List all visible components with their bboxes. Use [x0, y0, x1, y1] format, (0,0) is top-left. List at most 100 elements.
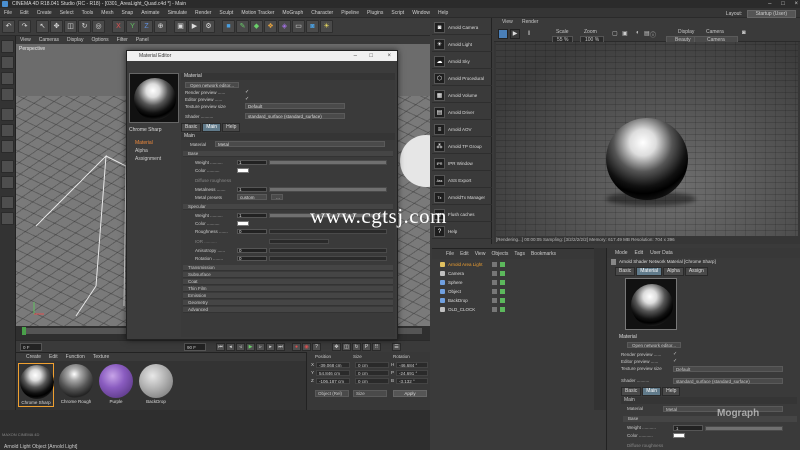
object-row[interactable]: OLD_CLOCK	[432, 306, 604, 314]
metalness-slider[interactable]	[269, 187, 387, 192]
group-geometry[interactable]: Geometry	[183, 300, 393, 306]
y-axis-icon[interactable]: Y	[126, 20, 139, 33]
menu-item[interactable]: Simulate	[168, 10, 187, 16]
material-menu-item[interactable]: Texture	[93, 354, 109, 360]
tab-basic[interactable]: Basic	[615, 267, 636, 276]
object-menu-item[interactable]: Objects	[491, 251, 508, 257]
weight-slider[interactable]	[269, 160, 387, 165]
pen-icon[interactable]: ✎	[236, 20, 249, 33]
material-swatch[interactable]: Chrome Rough	[58, 363, 94, 407]
rotation-b-field[interactable]: -3.132 °	[396, 378, 428, 384]
position-x-field[interactable]: -39.068 cm	[316, 362, 350, 368]
channel-alpha[interactable]: Alpha	[129, 147, 179, 155]
scale-key-icon[interactable]: ◫	[342, 343, 351, 351]
pla-key-icon[interactable]: ⠿	[372, 343, 381, 351]
material-preview[interactable]	[129, 73, 179, 123]
spec-color-swatch[interactable]	[237, 221, 249, 226]
menu-item[interactable]: Create	[37, 10, 52, 16]
tab-basic[interactable]: Basic	[621, 387, 642, 396]
tab-basic[interactable]: Basic	[181, 123, 202, 132]
arnold-shelf-item[interactable]: ▤ Arnold Driver	[432, 105, 492, 120]
subdivision-icon[interactable]: ◆	[250, 20, 263, 33]
menu-item[interactable]: Animate	[141, 10, 159, 16]
group-thin-film[interactable]: Thin Film	[183, 286, 393, 292]
texture-preview-dropdown[interactable]: Default	[245, 103, 345, 109]
color-swatch[interactable]	[237, 168, 249, 173]
tab-help[interactable]: Help	[222, 123, 241, 132]
render-settings-icon[interactable]: ⚙	[202, 20, 215, 33]
next-key-icon[interactable]: ▸	[266, 343, 275, 351]
spec-weight-field[interactable]: 1	[237, 213, 267, 218]
snap-icon[interactable]	[1, 196, 14, 209]
menu-item[interactable]: Help	[438, 10, 448, 16]
points-mode-icon[interactable]	[1, 108, 14, 121]
ior-slider[interactable]	[269, 239, 329, 244]
arnold-shelf-item[interactable]: ⬡ Arnold Procedural	[432, 71, 492, 86]
shader-dropdown[interactable]: standard_surface (standard_surface)	[673, 378, 783, 384]
material-swatch[interactable]: BackDrop	[138, 363, 174, 407]
attribute-menu-item[interactable]: User Data	[650, 250, 673, 256]
object-row[interactable]: Object	[432, 288, 604, 296]
attribute-menu-item[interactable]: Mode	[615, 250, 628, 256]
arnold-shelf-item[interactable]: ☁ Arnold Sky	[432, 54, 492, 69]
menu-item[interactable]: Tools	[82, 10, 94, 16]
menu-item[interactable]: Window	[412, 10, 430, 16]
z-axis-icon[interactable]: Z	[140, 20, 153, 33]
render-view-icon[interactable]: ▣	[174, 20, 187, 33]
tab-help[interactable]: Help	[662, 387, 681, 396]
render-preview-checkbox[interactable]: ✓	[673, 351, 677, 357]
menu-item[interactable]: Plugins	[367, 10, 383, 16]
object-row[interactable]: Sphere	[432, 279, 604, 287]
shader-dropdown[interactable]: standard_surface (standard_surface)	[245, 113, 345, 119]
arnold-shelf-item[interactable]: Tx ArnoldTx Manager	[432, 190, 492, 205]
rotation-h-field[interactable]: -46.684 °	[396, 362, 428, 368]
enable-check-icon[interactable]	[500, 280, 505, 285]
menu-item[interactable]: File	[4, 10, 12, 16]
move-icon[interactable]: ✥	[50, 20, 63, 33]
object-row[interactable]: Camera	[432, 270, 604, 278]
material-swatch[interactable]: Purple	[98, 363, 134, 407]
visibility-toggle[interactable]	[492, 307, 497, 312]
arnold-shelf-item[interactable]: ☀ Arnold Light	[432, 37, 492, 52]
menu-item[interactable]: Render	[195, 10, 211, 16]
rotation-field[interactable]: 0	[237, 256, 267, 261]
ipr-menu-view[interactable]: View	[502, 19, 513, 25]
ipr-menu-render[interactable]: Render	[522, 19, 538, 25]
maximize-button[interactable]: □	[781, 1, 785, 7]
object-row[interactable]: BackDrop	[432, 297, 604, 305]
object-row[interactable]: Arnold Area Light	[432, 261, 604, 269]
polygons-mode-icon[interactable]	[1, 140, 14, 153]
size-mode-dropdown[interactable]: Size	[353, 390, 387, 397]
redo-icon[interactable]: ↷	[18, 20, 31, 33]
render-preview-checkbox[interactable]: ✓	[245, 90, 250, 95]
enable-check-icon[interactable]	[500, 262, 505, 267]
playhead-handle[interactable]	[22, 327, 26, 335]
rotation-key-icon[interactable]: ↻	[352, 343, 361, 351]
snapshot-icon[interactable]: ◙	[742, 30, 746, 36]
tab-material[interactable]: Material	[636, 267, 663, 276]
arnold-shelf-item[interactable]: ▦ Arnold Volume	[432, 88, 492, 103]
scale-icon[interactable]: ◫	[64, 20, 77, 33]
visibility-toggle[interactable]	[492, 262, 497, 267]
window-controls[interactable]: – □ ×	[768, 0, 798, 8]
group-transmission[interactable]: Transmission	[183, 265, 393, 271]
enable-check-icon[interactable]	[500, 307, 505, 312]
autokey-icon[interactable]: ◉	[302, 343, 311, 351]
tab-alpha[interactable]: Alpha	[663, 267, 684, 276]
render-picture-icon[interactable]: ▶	[188, 20, 201, 33]
ipr-pause-icon[interactable]: ‖	[528, 31, 530, 37]
group-emission[interactable]: Emission	[183, 293, 393, 299]
menu-item[interactable]: Snap	[122, 10, 134, 16]
rotation-p-field[interactable]: -24.691 °	[396, 370, 428, 376]
coord-mode-dropdown[interactable]: Object (Rel)	[315, 390, 349, 397]
visibility-toggle[interactable]	[492, 289, 497, 294]
undo-icon[interactable]: ↶	[2, 20, 15, 33]
arnold-shelf-item[interactable]: ⁂ Arnold TP Group	[432, 139, 492, 154]
size-z-field[interactable]: 0 cm	[355, 378, 389, 384]
cube-icon[interactable]: ■	[222, 20, 235, 33]
rotation-slider[interactable]	[269, 256, 387, 261]
tab-main[interactable]: Main	[202, 123, 222, 132]
attribute-material-preview[interactable]	[625, 278, 677, 330]
size-x-field[interactable]: 0 cm	[355, 362, 389, 368]
layout-dropdown[interactable]: Startup (User)	[746, 10, 796, 18]
